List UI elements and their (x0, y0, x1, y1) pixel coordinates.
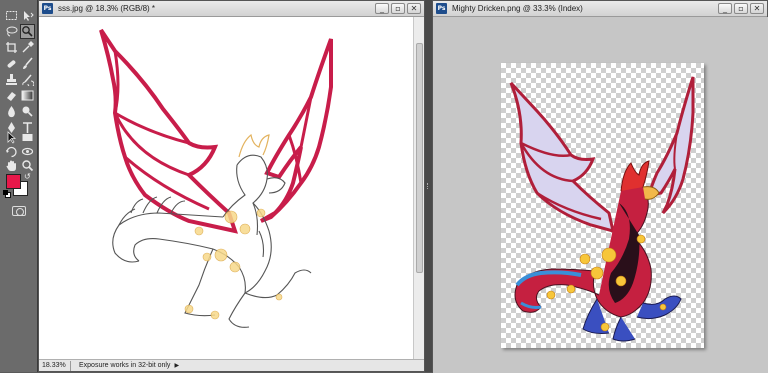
history-brush-icon[interactable] (20, 72, 35, 87)
document-window-mighty-dricken[interactable]: Ps Mighty Dricken.png @ 33.3% (Index) _ … (432, 0, 768, 373)
hand-icon[interactable] (4, 158, 19, 173)
status-menu-arrow-icon[interactable]: ▶ (174, 362, 179, 369)
scrollbar-thumb[interactable] (416, 43, 423, 273)
transparency-checkerboard (501, 63, 704, 348)
swap-colors-icon[interactable]: ↺ (24, 172, 31, 181)
photoshop-doc-icon: Ps (436, 3, 447, 14)
magic-wand-icon[interactable] (20, 24, 35, 39)
eyedropper-icon[interactable] (20, 40, 35, 55)
minimize-button[interactable]: _ (718, 3, 732, 14)
crop-icon[interactable] (4, 40, 19, 55)
tools-panel: ↺ (0, 0, 38, 372)
lasso-icon[interactable] (4, 24, 19, 39)
eraser-icon[interactable] (4, 88, 19, 103)
document-title: Mighty Dricken.png @ 33.3% (Index) (452, 4, 583, 13)
clone-stamp-icon[interactable] (4, 72, 19, 87)
close-button[interactable]: ✕ (407, 3, 421, 14)
healing-brush-icon[interactable] (4, 56, 19, 71)
brush-icon[interactable] (20, 56, 35, 71)
blur-icon[interactable] (4, 104, 19, 119)
document-title: sss.jpg @ 18.3% (RGB/8) * (58, 4, 156, 13)
status-info-text: Exposure works in 32-bit only (79, 362, 171, 369)
vertical-scrollbar[interactable] (413, 17, 424, 361)
path-selection-icon[interactable] (4, 130, 19, 145)
quick-mask-icon[interactable] (12, 206, 26, 216)
photoshop-doc-icon: Ps (42, 3, 53, 14)
close-button[interactable]: ✕ (750, 3, 764, 14)
zoom-icon[interactable] (20, 158, 35, 173)
zoom-level-field[interactable]: 18.33% (39, 360, 71, 371)
rectangular-marquee-icon[interactable] (4, 8, 19, 23)
maximize-button[interactable]: ▫ (391, 3, 405, 14)
minimize-button[interactable]: _ (375, 3, 389, 14)
dragon-lineart (99, 28, 333, 328)
status-bar: 18.33% Exposure works in 32-bit only ▶ (39, 359, 424, 371)
document-canvas[interactable] (39, 17, 414, 361)
document-window-sss[interactable]: Ps sss.jpg @ 18.3% (RGB/8) * _ ▫ ✕ 18.33… (38, 0, 425, 372)
document-titlebar[interactable]: Ps Mighty Dricken.png @ 33.3% (Index) _ … (433, 1, 767, 17)
panel-grip-icon[interactable] (427, 183, 430, 189)
document-titlebar[interactable]: Ps sss.jpg @ 18.3% (RGB/8) * _ ▫ ✕ (39, 1, 424, 17)
rectangle-shape-icon[interactable] (20, 130, 35, 145)
3d-orbit-icon[interactable] (20, 144, 35, 159)
dodge-icon[interactable] (20, 104, 35, 119)
move-icon[interactable] (20, 8, 35, 23)
maximize-button[interactable]: ▫ (734, 3, 748, 14)
3d-rotate-icon[interactable] (4, 144, 19, 159)
foreground-color-swatch[interactable] (6, 174, 21, 189)
dragon-colored-art (509, 76, 695, 342)
document-canvas[interactable] (433, 17, 768, 373)
default-colors-icon[interactable] (3, 190, 11, 198)
gradient-icon[interactable] (20, 88, 35, 103)
